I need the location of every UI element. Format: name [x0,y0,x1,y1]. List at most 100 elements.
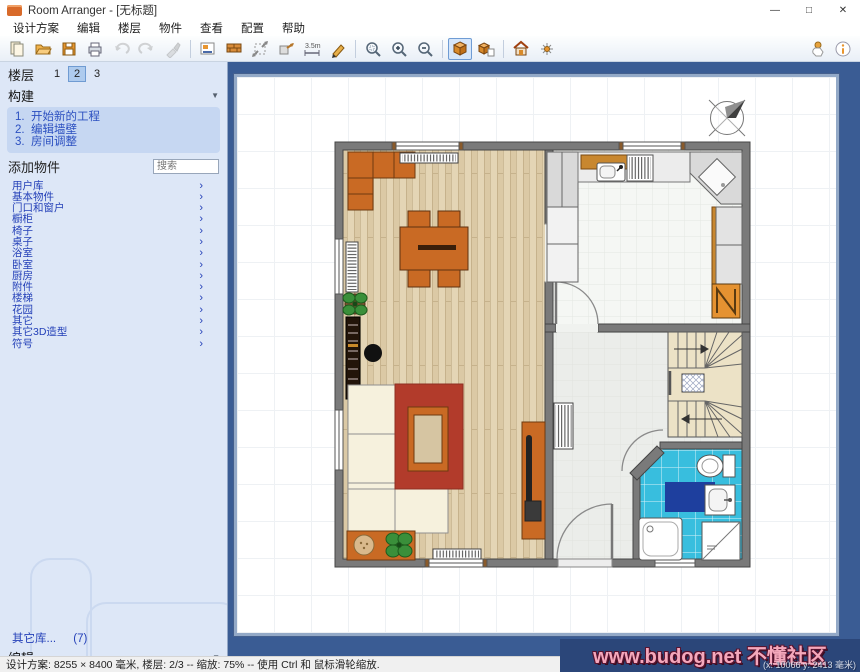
refrigerator[interactable] [712,284,740,318]
object-category-item[interactable]: 附件 › [12,282,227,293]
radiator[interactable] [433,549,481,559]
menu-item[interactable]: 物件 [150,20,191,36]
close-button[interactable]: ✕ [826,0,860,20]
format-brush-button[interactable] [161,38,185,60]
object-category-item[interactable]: 符号 › [12,339,227,350]
room-arranger-window: Room Arranger - [无标题] — □ ✕ 设计方案编辑楼层物件查看… [0,0,860,672]
kitchen-wall-cabinets[interactable] [712,207,742,284]
collapse-arrow-icon[interactable]: ▼ [211,91,219,100]
menu-item[interactable]: 编辑 [68,20,109,36]
floors-label: 楼层 [8,65,34,84]
shower-tray[interactable] [639,518,682,560]
toolbar-separator [503,40,504,58]
object-category-item[interactable]: 门口和窗户 › [12,203,227,214]
entrance-doorway[interactable] [558,559,612,567]
kitchen-tall-cabinets[interactable] [547,152,578,282]
walls-button[interactable] [222,38,246,60]
floor-plan[interactable] [237,77,836,633]
toolbar-separator [190,40,191,58]
zoom-all-button[interactable] [361,38,385,60]
watermark-banner: www.budog.net 不懂社区 (x: 10066 y: 2413 毫米) [560,639,860,672]
object-category-item[interactable]: 浴室 › [12,248,227,259]
object-category-item[interactable]: 卧室 › [12,260,227,271]
menu-item[interactable]: 查看 [191,20,232,36]
save-button[interactable] [57,38,81,60]
plan-background-button[interactable] [196,38,220,60]
dish-drainer [627,155,653,181]
object-category-item[interactable]: 花园 › [12,305,227,316]
search-input[interactable] [153,159,219,174]
floor-button[interactable]: 2 [68,66,86,82]
maximize-button[interactable]: □ [792,0,826,20]
object-category-item[interactable]: 厨房 › [12,271,227,282]
menu-item[interactable]: 设计方案 [4,20,68,36]
more-libraries-link[interactable]: 其它库... (7) [12,630,87,646]
window [335,239,343,294]
side-bench[interactable] [347,531,415,560]
status-text: 设计方案: 8255 × 8400 毫米, 楼层: 2/3 -- 缩放: 75%… [6,657,380,672]
object-category-item[interactable]: 椅子 › [12,226,227,237]
new-plan-button[interactable] [5,38,29,60]
build-step: 1. 开始新的工程 [15,111,212,124]
category-label: 橱柜 [12,214,33,225]
tv-cabinet[interactable] [522,422,545,539]
window [619,142,685,150]
more-libraries-count: (7) [73,633,87,645]
doorway-kitchen[interactable] [556,324,598,332]
floor-button[interactable]: 3 [88,66,106,82]
print-button[interactable] [83,38,107,60]
radiator[interactable] [400,153,458,163]
plan-sheet[interactable] [234,74,839,636]
walkthrough-button[interactable] [535,38,559,60]
view-3d-button[interactable] [448,38,472,60]
menu-item[interactable]: 配置 [232,20,273,36]
object-category-item[interactable]: 桌子 › [12,237,227,248]
washbasin[interactable] [705,485,735,515]
house-3d-button[interactable] [509,38,533,60]
zoom-out-button[interactable] [413,38,437,60]
sidebar: 楼层 123 构建 ▼ 1. 开始新的工程 2. [0,62,228,656]
menu-item[interactable]: 帮助 [273,20,314,36]
toilet[interactable] [697,455,735,477]
build-section-header[interactable]: 构建 ▼ [0,86,227,104]
object-category-item[interactable]: 橱柜 › [12,214,227,225]
toolbar-separator [355,40,356,58]
floor-lamp[interactable] [364,344,382,362]
resize-plan-button[interactable] [248,38,272,60]
kitchen-counter[interactable] [578,152,690,182]
zoom-in-button[interactable] [387,38,411,60]
floor-button[interactable]: 1 [48,66,66,82]
about-button[interactable] [831,38,855,60]
redo-button[interactable] [135,38,159,60]
floor-selector-row: 楼层 123 [0,62,227,86]
radiator[interactable] [554,403,573,449]
staircase[interactable] [668,332,742,437]
open-plan-button[interactable] [31,38,55,60]
object-category-item[interactable]: 楼梯 › [12,293,227,304]
draw-walls-button[interactable] [326,38,350,60]
menu-item[interactable]: 楼层 [109,20,150,36]
pointer-mode-button[interactable] [805,38,829,60]
move-objects-button[interactable] [274,38,298,60]
window [392,142,463,150]
radiator[interactable] [346,242,358,292]
potted-plant[interactable] [343,293,367,315]
more-libraries-label[interactable]: 其它库... [12,633,56,645]
edit-section-header[interactable]: 编辑 ▼ [0,648,228,656]
undo-button[interactable] [109,38,133,60]
view-3d-new-button[interactable] [474,38,498,60]
menu-bar: 设计方案编辑楼层物件查看配置帮助 [0,20,860,36]
chevron-right-icon: › [199,214,203,225]
build-step-link[interactable]: 开始新的工程 [31,111,100,124]
chevron-right-icon: › [199,248,203,259]
measure-button[interactable]: 3.5m [300,38,324,60]
minimize-button[interactable]: — [758,0,792,20]
object-category-list: 用户库 › 基本物件 › 门口和窗户 › 橱柜 [0,178,227,350]
drawing-canvas[interactable] [228,62,860,656]
coffee-table[interactable] [408,407,448,471]
build-step-link[interactable]: 房间调整 [31,136,77,149]
object-category-item[interactable]: 其它3D造型 › [12,327,227,338]
category-label: 符号 [12,339,33,350]
build-step-link[interactable]: 编辑墙壁 [31,124,77,137]
washing-machine[interactable] [702,522,740,560]
